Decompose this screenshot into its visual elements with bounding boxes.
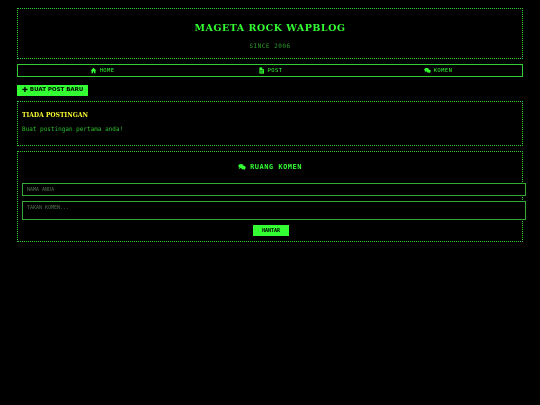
page-container: MAGETA ROCK WAPBLOG SINCE 2006 HOME POST… xyxy=(17,8,526,242)
comments-heading: RUANG KOMEN xyxy=(18,163,522,171)
comments-section: RUANG KOMEN HANTAR xyxy=(17,151,526,242)
comments-icon xyxy=(238,164,246,171)
home-icon xyxy=(90,67,96,74)
comment-textarea[interactable] xyxy=(22,201,526,220)
new-post-button-label: BUAT POST BARU xyxy=(29,87,84,93)
posts-section: TIADA POSTINGAN Buat postingan pertama a… xyxy=(17,101,523,146)
comments-icon xyxy=(424,67,431,74)
nav-item-label: HOME xyxy=(99,67,115,74)
nav-item-label: KOMEN xyxy=(433,67,453,74)
nav-item-home[interactable]: HOME xyxy=(18,67,186,74)
main-nav: HOME POST KOMEN xyxy=(17,64,523,77)
nav-item-label: POST xyxy=(267,67,283,74)
file-icon xyxy=(258,67,264,74)
nav-item-komen[interactable]: KOMEN xyxy=(354,67,522,74)
new-post-button[interactable]: ✚ BUAT POST BARU xyxy=(17,84,89,96)
site-subtitle: SINCE 2006 xyxy=(249,43,291,50)
posts-empty-title: TIADA POSTINGAN xyxy=(22,112,88,119)
comments-title: RUANG KOMEN xyxy=(250,163,302,171)
posts-empty-message: Buat postingan pertama anda! xyxy=(22,126,124,133)
nav-item-post[interactable]: POST xyxy=(186,67,354,74)
site-title: MAGETA ROCK WAPBLOG xyxy=(194,23,346,34)
plus-icon: ✚ xyxy=(22,86,28,94)
submit-comment-button[interactable]: HANTAR xyxy=(253,225,289,236)
name-input[interactable] xyxy=(22,183,526,196)
site-header: MAGETA ROCK WAPBLOG SINCE 2006 xyxy=(17,8,523,59)
